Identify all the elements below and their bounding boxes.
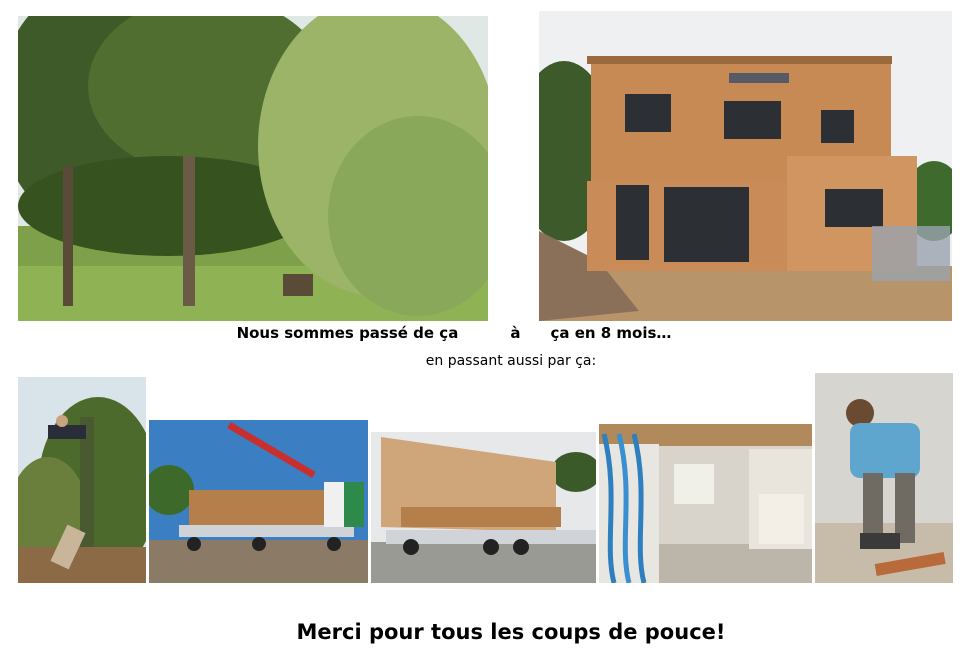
photo-crane-truck — [149, 420, 368, 583]
caption-thanks: Merci pour tous les coups de pouce! — [296, 620, 726, 644]
caption-in-between: en passant aussi par ça: — [425, 353, 597, 369]
photo-tree-climbing — [18, 377, 146, 583]
photo-garden-trees — [18, 16, 488, 321]
caption-part-duration: ça en 8 mois… — [550, 324, 672, 342]
photo-finished-house — [539, 11, 952, 321]
caption-part-to: à — [510, 324, 521, 342]
caption-part-from: Nous sommes passé de ça — [236, 324, 459, 342]
caption-before-after: Nous sommes passé de ça à ça en 8 mois… — [0, 324, 943, 342]
photo-wall-panels-trailer — [371, 432, 596, 583]
photo-sanding-worker — [815, 373, 953, 583]
photo-interior-wiring — [599, 424, 812, 583]
